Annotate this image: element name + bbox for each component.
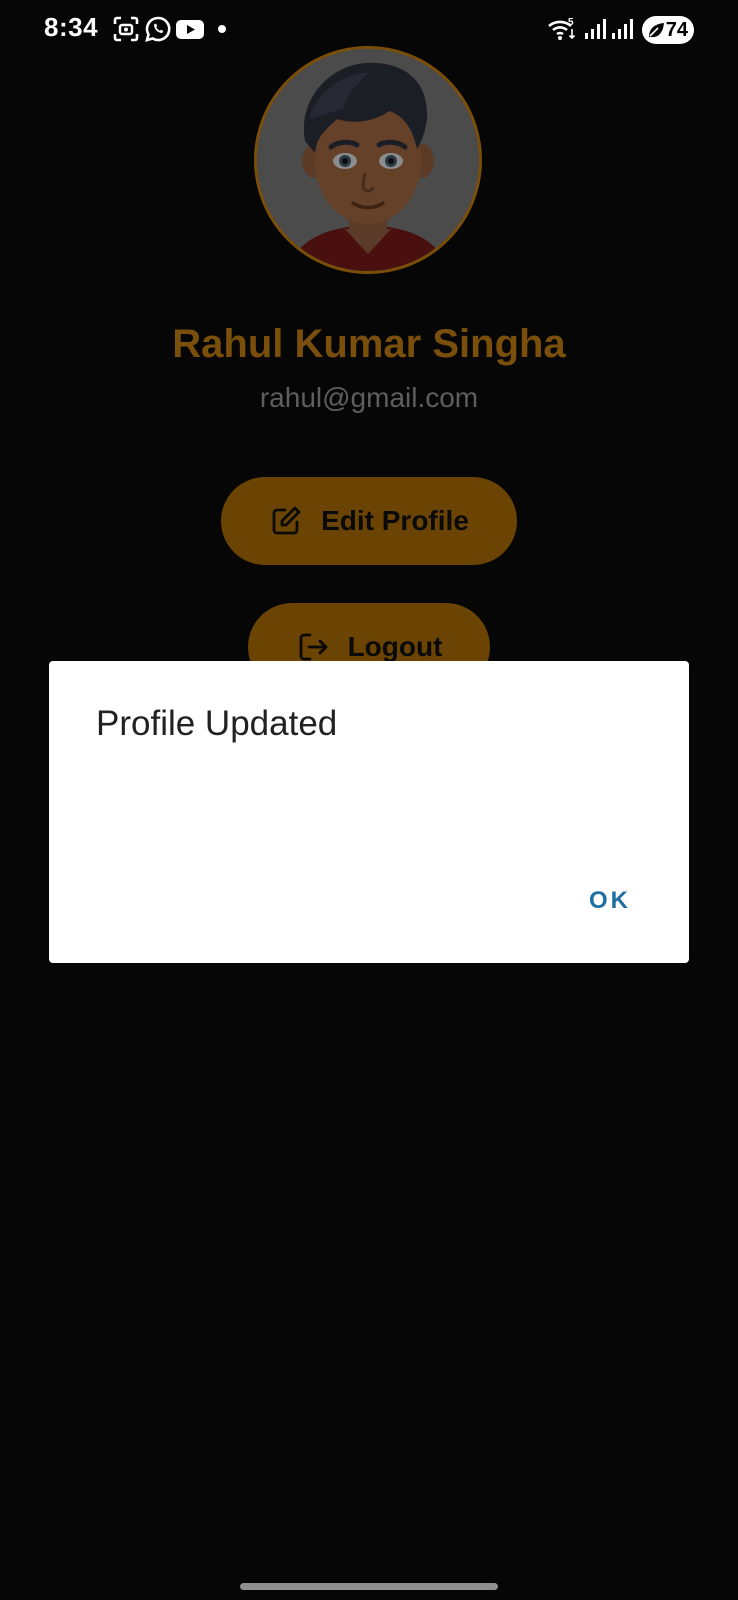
battery-level: 74: [665, 18, 688, 41]
status-time: 8:34: [44, 12, 99, 42]
profile-email: rahul@gmail.com: [259, 382, 479, 413]
battery-indicator: 74: [642, 16, 694, 44]
dialog-ok-button[interactable]: OK: [581, 881, 639, 921]
notification-dot: [218, 25, 226, 33]
avatar: [254, 46, 482, 274]
cartoon-boy-avatar: [257, 49, 479, 271]
screen-record-icon: [113, 16, 139, 42]
youtube-icon: [176, 20, 204, 39]
edit-profile-button[interactable]: Edit Profile: [221, 477, 517, 565]
profile-screen: 8:34 5 74 Rahul Kumar Singha rahul@gmail…: [0, 0, 738, 1600]
whatsapp-icon: [145, 16, 171, 42]
profile-updated-dialog: Profile Updated OK: [49, 661, 689, 963]
logout-label: Logout: [347, 631, 443, 662]
dialog-title: Profile Updated: [96, 704, 338, 743]
battery-saver-leaf-icon: [649, 23, 664, 38]
profile-name: Rahul Kumar Singha: [172, 322, 566, 366]
logout-icon: [299, 633, 327, 661]
edit-profile-label: Edit Profile: [321, 505, 469, 536]
edit-icon: [272, 506, 301, 535]
signal-icon: [585, 19, 606, 39]
gesture-nav-handle[interactable]: [240, 1583, 498, 1590]
svg-text:5: 5: [568, 17, 574, 28]
signal-icon: [612, 19, 633, 39]
wifi-icon: 5: [548, 17, 576, 40]
